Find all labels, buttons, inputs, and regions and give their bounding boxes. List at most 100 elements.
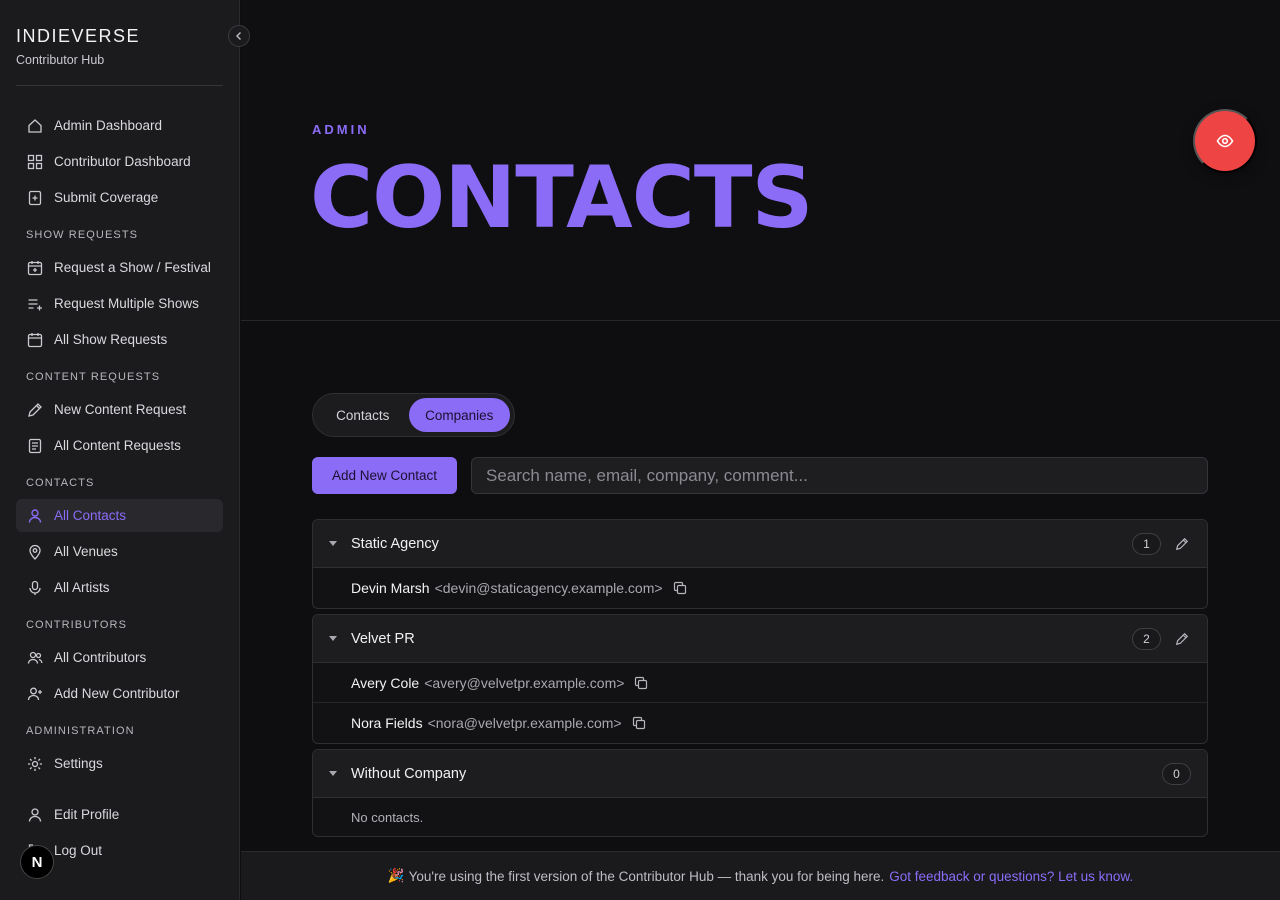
page-title: CONTACTS (310, 148, 813, 248)
contact-email: <avery@velvetpr.example.com> (424, 674, 625, 691)
group-name: Without Company (351, 765, 467, 782)
group-header[interactable]: Velvet PR 2 (313, 615, 1207, 663)
sidebar: INDIEVERSE Contributor Hub Admin Dashboa… (0, 0, 240, 900)
count-badge: 1 (1132, 532, 1161, 555)
feedback-link[interactable]: Got feedback or questions? Let us know. (889, 869, 1133, 884)
sidebar-item-label: All Contacts (54, 508, 127, 523)
gear-icon (26, 755, 44, 773)
section-title-content-requests: CONTENT REQUESTS (26, 371, 161, 383)
sidebar-divider (16, 85, 223, 86)
sidebar-item-settings[interactable]: Settings (16, 747, 223, 780)
sidebar-item-label: Contributor Dashboard (54, 154, 191, 169)
caret-down-icon[interactable] (329, 541, 339, 546)
sidebar-item-all-content-requests[interactable]: All Content Requests (16, 429, 223, 462)
contact-row[interactable]: Avery Cole <avery@velvetpr.example.com> (313, 663, 1207, 703)
sidebar-item-all-contacts[interactable]: All Contacts (16, 499, 223, 532)
sidebar-item-label: All Show Requests (54, 332, 168, 347)
group-name: Static Agency (351, 535, 439, 552)
sidebar-item-label: All Contributors (54, 650, 147, 665)
sidebar-item-label: Settings (54, 756, 103, 771)
brand-title: INDIEVERSE (16, 26, 141, 46)
tab-contacts[interactable]: Contacts (317, 398, 409, 432)
banner-text: You're using the first version of the Co… (408, 868, 885, 884)
user-plus-icon (26, 685, 44, 703)
sidebar-item-all-venues[interactable]: All Venues (16, 535, 223, 568)
group-header[interactable]: Static Agency 1 (313, 520, 1207, 568)
sidebar-item-admin-dashboard[interactable]: Admin Dashboard (16, 109, 223, 142)
section-title-contributors: CONTRIBUTORS (26, 619, 128, 631)
document-icon (26, 437, 44, 455)
search-input[interactable] (471, 457, 1208, 494)
sidebar-item-contributor-dashboard[interactable]: Contributor Dashboard (16, 145, 223, 178)
sidebar-item-request-multiple-shows[interactable]: Request Multiple Shows (16, 287, 223, 320)
sidebar-item-label: Log Out (54, 843, 103, 858)
caret-down-icon[interactable] (329, 636, 339, 641)
sidebar-item-label: All Artists (54, 580, 110, 595)
sidebar-item-all-contributors[interactable]: All Contributors (16, 641, 223, 674)
pencil-icon[interactable] (1173, 535, 1191, 553)
company-group-velvet-pr: Velvet PR 2 Avery Cole <avery@velvetpr.e… (312, 614, 1208, 744)
count-badge: 0 (1162, 762, 1191, 785)
sidebar-item-label: Request a Show / Festival (54, 260, 211, 275)
sidebar-item-add-contributor[interactable]: Add New Contributor (16, 677, 223, 710)
sidebar-item-edit-profile[interactable]: Edit Profile (16, 798, 223, 831)
app: INDIEVERSE Contributor Hub Admin Dashboa… (0, 0, 1280, 900)
sidebar-item-all-artists[interactable]: All Artists (16, 571, 223, 604)
sidebar-nav: Admin Dashboard Contributor Dashboard Su… (16, 109, 223, 870)
party-icon: 🎉 (387, 868, 405, 883)
section-title-contacts: CONTACTS (26, 477, 95, 489)
sidebar-collapse-button[interactable] (228, 25, 250, 47)
contact-row[interactable]: Nora Fields <nora@velvetpr.example.com> (313, 703, 1207, 743)
feedback-banner: 🎉 You're using the first version of the … (241, 851, 1280, 900)
chevron-left-icon (234, 31, 244, 41)
eye-icon (1216, 132, 1234, 150)
pencil-icon (26, 401, 44, 419)
group-name: Velvet PR (351, 630, 415, 647)
brand: INDIEVERSE Contributor Hub (16, 26, 140, 67)
section-title-administration: ADMINISTRATION (26, 725, 135, 737)
contact-name: Nora Fields (351, 715, 423, 731)
contact-row[interactable]: Devin Marsh <devin@staticagency.example.… (313, 568, 1207, 608)
pencil-icon[interactable] (1173, 630, 1191, 648)
view-toggle: Contacts Companies (312, 393, 515, 437)
sidebar-item-label: Add New Contributor (54, 686, 180, 701)
page-header: ADMIN CONTACTS (241, 0, 1280, 321)
sidebar-item-label: New Content Request (54, 402, 187, 417)
sidebar-item-request-show[interactable]: Request a Show / Festival (16, 251, 223, 284)
empty-state: No contacts. (351, 809, 424, 825)
preview-button[interactable] (1193, 109, 1257, 173)
copy-icon[interactable] (673, 580, 689, 596)
add-contact-button[interactable]: Add New Contact (312, 457, 457, 494)
count-badge: 2 (1132, 627, 1161, 650)
calendar-plus-icon (26, 259, 44, 277)
home-icon (26, 117, 44, 135)
tab-companies[interactable]: Companies (408, 398, 510, 432)
microphone-icon (26, 579, 44, 597)
user-icon (26, 806, 44, 824)
copy-icon[interactable] (632, 715, 648, 731)
sidebar-item-label: Submit Coverage (54, 190, 159, 205)
grid-icon (26, 153, 44, 171)
sidebar-item-label: Admin Dashboard (54, 118, 163, 133)
avatar[interactable]: N (20, 845, 54, 879)
contact-email: <devin@staticagency.example.com> (434, 580, 663, 596)
caret-down-icon[interactable] (329, 771, 339, 776)
copy-icon[interactable] (634, 675, 650, 691)
sidebar-item-label: All Venues (54, 544, 118, 559)
brand-subtitle: Contributor Hub (16, 53, 105, 67)
sidebar-item-label: Request Multiple Shows (54, 296, 199, 311)
map-pin-icon (26, 543, 44, 561)
file-plus-icon (26, 189, 44, 207)
section-title-show-requests: SHOW REQUESTS (26, 229, 139, 241)
user-icon (26, 507, 44, 525)
sidebar-item-all-show-requests[interactable]: All Show Requests (16, 323, 223, 356)
calendar-icon (26, 331, 44, 349)
main-content: ADMIN CONTACTS Contacts Companies Add Ne… (241, 0, 1280, 900)
contact-name: Devin Marsh (351, 580, 430, 596)
group-header[interactable]: Without Company 0 (313, 750, 1207, 798)
company-group-without-company: Without Company 0 No contacts. (312, 749, 1208, 837)
sidebar-item-new-content-request[interactable]: New Content Request (16, 393, 223, 426)
sidebar-item-submit-coverage[interactable]: Submit Coverage (16, 181, 223, 214)
list-plus-icon (26, 295, 44, 313)
